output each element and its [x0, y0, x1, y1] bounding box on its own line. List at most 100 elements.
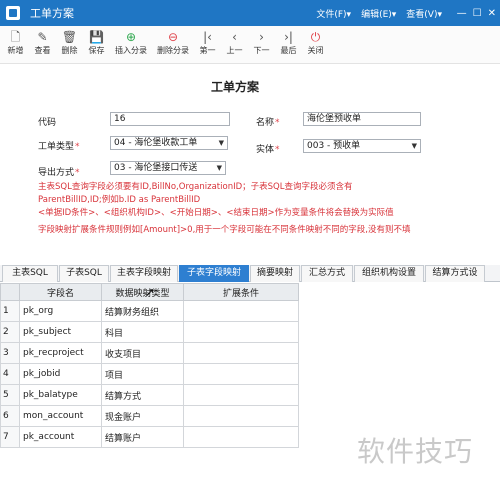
first-button[interactable]: |‹ 第一: [194, 26, 221, 63]
type-cell[interactable]: 科目: [101, 321, 184, 343]
export-select[interactable]: 03 - 海伦堡接口传送 ▼: [110, 161, 226, 175]
new-button[interactable]: 🗋 新增: [2, 26, 29, 63]
save-label: 保存: [88, 46, 105, 55]
tab-main-sql[interactable]: 主表SQL: [2, 265, 58, 282]
window-controls: — ☐ ✕: [457, 0, 496, 26]
close-window-button[interactable]: ✕: [488, 8, 496, 19]
mouse-cursor-icon: ➚: [145, 285, 156, 299]
power-icon: ⏻: [310, 30, 321, 44]
menu-file[interactable]: 文件(F)▾: [316, 7, 351, 20]
field-cell[interactable]: pk_org: [19, 300, 102, 322]
table-row[interactable]: 2 pk_subject 科目: [0, 321, 299, 343]
field-cell[interactable]: pk_subject: [19, 321, 102, 343]
next-button[interactable]: › 下一: [248, 26, 275, 63]
row-number: 6: [0, 405, 20, 427]
prev-icon: ‹: [232, 30, 237, 44]
type-label: 工单类型*: [38, 142, 80, 152]
insert-entry-button[interactable]: ⊕ 插入分录: [110, 26, 152, 63]
type-cell[interactable]: 项目: [101, 363, 184, 385]
delete-button[interactable]: 🗑 删除: [56, 26, 83, 63]
form-title: 工单方案: [210, 80, 259, 94]
ext-cell[interactable]: [183, 405, 299, 427]
row-number: 2: [0, 321, 20, 343]
tab-sub-field-map[interactable]: 子表字段映射: [179, 265, 249, 282]
row-number: 5: [0, 384, 20, 406]
title-bar: 工单方案 文件(F)▾ 编辑(E)▾ 查看(V)▾ — ☐ ✕: [0, 0, 500, 26]
last-icon: ›|: [284, 30, 293, 44]
name-label: 名称*: [256, 118, 280, 128]
col-header-field[interactable]: 字段名: [19, 283, 102, 301]
table-row[interactable]: 7 pk_account 结算账户: [0, 426, 299, 448]
row-number: 4: [0, 363, 20, 385]
tab-aggregation[interactable]: 汇总方式: [301, 265, 353, 282]
toolbar: 🗋 新增 ✎ 查看 🗑 删除 💾 保存 ⊕ 插入分录 ⊖ 删除分录 |‹ 第一 …: [0, 26, 500, 64]
window-title: 工单方案: [30, 7, 74, 20]
field-cell[interactable]: pk_recproject: [19, 342, 102, 364]
app-logo-icon: [6, 6, 20, 20]
first-icon: |‹: [203, 30, 212, 44]
tab-summary-map[interactable]: 摘要映射: [250, 265, 300, 282]
field-cell[interactable]: pk_balatype: [19, 384, 102, 406]
minimize-button[interactable]: —: [457, 8, 467, 19]
prev-label: 上一: [226, 46, 243, 55]
save-icon: 💾: [89, 30, 104, 44]
ext-cell[interactable]: [183, 321, 299, 343]
field-cell[interactable]: mon_account: [19, 405, 102, 427]
entity-select[interactable]: 003 - 预收单 ▼: [303, 139, 421, 153]
col-header-ext[interactable]: 扩展条件: [183, 283, 299, 301]
col-header-type[interactable]: 数据映射类型: [101, 283, 184, 301]
tab-org-settings[interactable]: 组织机构设置: [354, 265, 424, 282]
field-cell[interactable]: pk_jobid: [19, 363, 102, 385]
type-cell[interactable]: 结算财务组织: [101, 300, 184, 322]
first-label: 第一: [199, 46, 216, 55]
table-row[interactable]: 1 pk_org 结算财务组织: [0, 300, 299, 322]
name-field[interactable]: 海伦堡预收单: [303, 112, 421, 126]
maximize-button[interactable]: ☐: [473, 8, 482, 19]
save-button[interactable]: 💾 保存: [83, 26, 110, 63]
field-cell[interactable]: pk_account: [19, 426, 102, 448]
type-select[interactable]: 04 - 海伦堡收款工单 ▼: [110, 136, 228, 150]
last-button[interactable]: ›| 最后: [275, 26, 302, 63]
type-cell[interactable]: 现金账户: [101, 405, 184, 427]
tab-main-field-map[interactable]: 主表字段映射: [110, 265, 178, 282]
delete-entry-label: 删除分录: [157, 46, 189, 55]
menu-bar: 文件(F)▾ 编辑(E)▾ 查看(V)▾: [316, 0, 442, 26]
export-label: 导出方式*: [38, 168, 80, 178]
close-button[interactable]: ⏻ 关闭: [302, 26, 329, 63]
type-cell[interactable]: 收支项目: [101, 342, 184, 364]
trash-icon: 🗑: [61, 30, 78, 44]
code-field[interactable]: 16: [110, 112, 230, 126]
ext-cell[interactable]: [183, 384, 299, 406]
view-button[interactable]: ✎ 查看: [29, 26, 56, 63]
table-row[interactable]: 6 mon_account 现金账户: [0, 405, 299, 427]
type-cell[interactable]: 结算方式: [101, 384, 184, 406]
menu-view[interactable]: 查看(V)▾: [406, 7, 442, 20]
minus-circle-icon: ⊖: [167, 30, 179, 44]
ext-cell[interactable]: [183, 342, 299, 364]
field-map-table: 字段名 数据映射类型 扩展条件 1 pk_org 结算财务组织 2 pk_sub…: [0, 283, 299, 448]
last-label: 最后: [280, 46, 297, 55]
delete-entry-button[interactable]: ⊖ 删除分录: [152, 26, 194, 63]
code-label: 代码: [38, 118, 57, 128]
plus-circle-icon: ⊕: [125, 30, 137, 44]
tab-settlement[interactable]: 结算方式设: [425, 265, 485, 282]
table-row[interactable]: 3 pk_recproject 收支项目: [0, 342, 299, 364]
prev-button[interactable]: ‹ 上一: [221, 26, 248, 63]
new-doc-icon: 🗋: [10, 30, 21, 44]
menu-edit[interactable]: 编辑(E)▾: [361, 7, 396, 20]
next-icon: ›: [259, 30, 264, 44]
chevron-down-icon: ▼: [218, 139, 224, 147]
note-line-1: 主表SQL查询字段必须要有ID,BillNo,OrganizationID；子表…: [38, 182, 353, 192]
ext-cell[interactable]: [183, 363, 299, 385]
ext-cell[interactable]: [183, 300, 299, 322]
table-row[interactable]: 5 pk_balatype 结算方式: [0, 384, 299, 406]
note-line-2: ParentBillID,ID;例如b.ID as ParentBillID: [38, 195, 201, 205]
tab-sub-sql[interactable]: 子表SQL: [59, 265, 109, 282]
table-row[interactable]: 4 pk_jobid 项目: [0, 363, 299, 385]
row-number: 7: [0, 426, 20, 448]
entity-label: 实体*: [256, 145, 280, 155]
note-line-4: 字段映射扩展条件规则例如[Amount]>0,用于一个字段可能在不同条件映射不同…: [38, 225, 411, 235]
chevron-down-icon: ▼: [411, 142, 417, 150]
type-cell[interactable]: 结算账户: [101, 426, 184, 448]
ext-cell[interactable]: [183, 426, 299, 448]
